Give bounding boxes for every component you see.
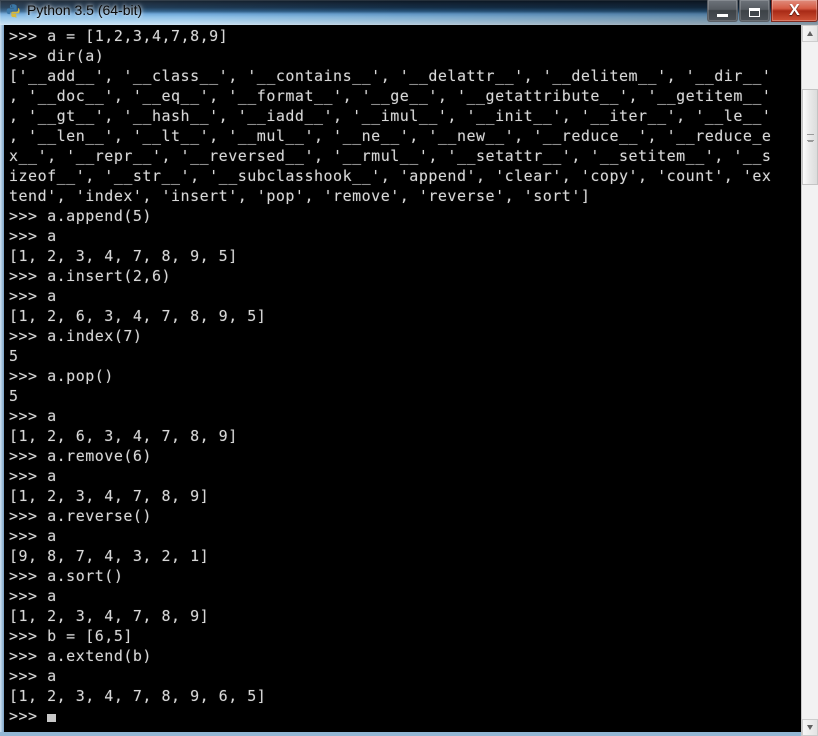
- console-line: [1, 2, 3, 4, 7, 8, 9]: [9, 607, 210, 625]
- console-line: >>> a.extend(b): [9, 647, 152, 665]
- scrollbar-track[interactable]: [802, 42, 818, 719]
- console-line: 5: [9, 387, 19, 405]
- console-line: , '__len__', '__lt__', '__mul__', '__ne_…: [9, 127, 772, 145]
- console-line: 5: [9, 347, 19, 365]
- console-line: >>> a.index(7): [9, 327, 143, 345]
- console-line: >>> a.sort(): [9, 567, 124, 585]
- console-line: >>> a.pop(): [9, 367, 114, 385]
- console-line: [1, 2, 3, 4, 7, 8, 9, 6, 5]: [9, 687, 267, 705]
- console-text: >>> a = [1,2,3,4,7,8,9] >>> dir(a) ['__add…: [9, 26, 809, 726]
- console-line: [1, 2, 3, 4, 7, 8, 9]: [9, 487, 210, 505]
- console-line: >>> a: [9, 227, 57, 245]
- console-line: >>> a.append(5): [9, 207, 152, 225]
- minimize-icon: [708, 10, 737, 17]
- console-line: >>> b = [6,5]: [9, 627, 133, 645]
- python-console-window: Python 3.5 (64-bit) X >>> a = [1,2,3,4,7…: [0, 0, 818, 736]
- text-cursor: [47, 714, 57, 722]
- console-prompt-line: >>>: [9, 706, 809, 726]
- console-output-area[interactable]: >>> a = [1,2,3,4,7,8,9] >>> dir(a) ['__add…: [0, 25, 818, 736]
- console-line: >>> a = [1,2,3,4,7,8,9]: [9, 27, 229, 45]
- maximize-button[interactable]: [739, 0, 770, 22]
- close-button[interactable]: X: [771, 0, 818, 22]
- console-line: ['__add__', '__class__', '__contains__',…: [9, 67, 772, 85]
- console-line: x__', '__repr__', '__reversed__', '__rmu…: [9, 147, 772, 165]
- scroll-down-arrow-icon[interactable]: [802, 719, 818, 736]
- console-line: [9, 8, 7, 4, 3, 2, 1]: [9, 547, 210, 565]
- window-title: Python 3.5 (64-bit): [27, 2, 143, 18]
- console-line: >>> a: [9, 287, 57, 305]
- console-line: , '__gt__', '__hash__', '__iadd__', '__i…: [9, 107, 772, 125]
- console-line: [1, 2, 3, 4, 7, 8, 9, 5]: [9, 247, 238, 265]
- console-line: >>> dir(a): [9, 47, 105, 65]
- console-line: >>> a: [9, 527, 57, 545]
- console-line: >>> a.insert(2,6): [9, 267, 172, 285]
- console-line: >>> a.reverse(): [9, 507, 152, 525]
- minimize-button[interactable]: [707, 0, 738, 22]
- vertical-scrollbar[interactable]: [801, 25, 818, 736]
- console-line: tend', 'index', 'insert', 'pop', 'remove…: [9, 187, 591, 205]
- console-line: [1, 2, 6, 3, 4, 7, 8, 9]: [9, 427, 238, 445]
- console-line: >>> a: [9, 667, 57, 685]
- console-line: >>> a: [9, 467, 57, 485]
- console-line: [1, 2, 6, 3, 4, 7, 8, 9, 5]: [9, 307, 267, 325]
- console-line: >>> a: [9, 407, 57, 425]
- scroll-up-arrow-icon[interactable]: [802, 25, 818, 42]
- console-line: >>> a: [9, 587, 57, 605]
- scrollbar-thumb[interactable]: [802, 89, 818, 185]
- window-controls: X: [707, 0, 818, 22]
- console-line: izeof__', '__str__', '__subclasshook__',…: [9, 167, 772, 185]
- console-line: , '__doc__', '__eq__', '__format__', '__…: [9, 87, 772, 105]
- title-bar[interactable]: Python 3.5 (64-bit) X: [0, 0, 818, 25]
- maximize-icon: [740, 4, 769, 22]
- console-line: >>> a.remove(6): [9, 447, 152, 465]
- python-logo-icon: [6, 4, 20, 18]
- close-icon: X: [789, 2, 800, 19]
